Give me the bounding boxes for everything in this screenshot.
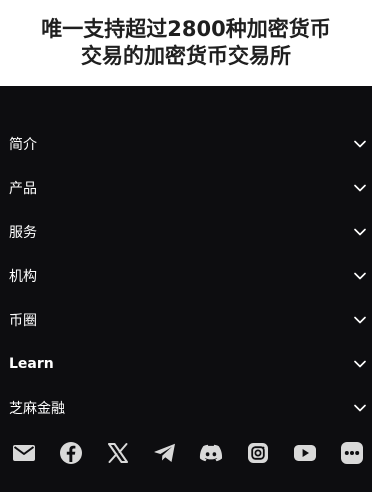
hero-title-line-1: 唯一支持超过2800种加密货币 bbox=[41, 17, 331, 41]
telegram-icon[interactable] bbox=[153, 441, 177, 465]
chevron-down-icon bbox=[354, 402, 366, 414]
menu-item-label: 芝麻金融 bbox=[9, 401, 65, 417]
menu-item-learn[interactable]: Learn bbox=[0, 342, 372, 386]
chevron-down-icon bbox=[354, 314, 366, 326]
menu-item-label: Learn bbox=[9, 356, 54, 372]
discord-icon[interactable] bbox=[199, 441, 223, 465]
instagram-icon[interactable] bbox=[246, 441, 270, 465]
more-icon[interactable] bbox=[340, 441, 364, 465]
mail-icon[interactable] bbox=[12, 441, 36, 465]
chevron-down-icon bbox=[354, 358, 366, 370]
hero-section: 唯一支持超过2800种加密货币 交易的加密货币交易所 bbox=[0, 0, 372, 86]
chevron-down-icon bbox=[354, 138, 366, 150]
menu-item-label: 简介 bbox=[9, 137, 37, 153]
menu-item-label: 币圈 bbox=[9, 313, 37, 329]
menu-item-crypto-circle[interactable]: 币圈 bbox=[0, 298, 372, 342]
youtube-icon[interactable] bbox=[293, 441, 317, 465]
menu-item-label: 服务 bbox=[9, 225, 37, 241]
chevron-down-icon bbox=[354, 270, 366, 282]
x-icon[interactable] bbox=[106, 441, 130, 465]
menu-item-intro[interactable]: 简介 bbox=[0, 122, 372, 166]
menu-item-products[interactable]: 产品 bbox=[0, 166, 372, 210]
menu-item-label: 产品 bbox=[9, 181, 37, 197]
menu-item-gate-finance[interactable]: 芝麻金融 bbox=[0, 386, 372, 430]
menu-item-label: 机构 bbox=[9, 269, 37, 285]
menu-item-institutions[interactable]: 机构 bbox=[0, 254, 372, 298]
footer: 简介 产品 服务 机构 币圈 Learn 芝麻金融 bbox=[0, 86, 372, 492]
hero-title-line-2: 交易的加密货币交易所 bbox=[81, 44, 291, 68]
social-links bbox=[0, 439, 372, 467]
hero-title: 唯一支持超过2800种加密货币 交易的加密货币交易所 bbox=[16, 16, 356, 70]
chevron-down-icon bbox=[354, 226, 366, 238]
menu-item-services[interactable]: 服务 bbox=[0, 210, 372, 254]
footer-menu: 简介 产品 服务 机构 币圈 Learn 芝麻金融 bbox=[0, 122, 372, 430]
chevron-down-icon bbox=[354, 182, 366, 194]
facebook-icon[interactable] bbox=[59, 441, 83, 465]
